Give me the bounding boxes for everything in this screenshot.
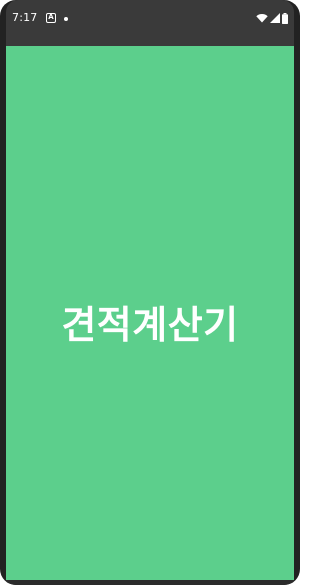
phone-frame: 7:17 A 견적계산기 — [0, 0, 300, 585]
battery-icon — [282, 12, 288, 24]
status-time: 7:17 — [12, 11, 38, 24]
dot-icon — [64, 17, 68, 21]
signal-icon — [270, 13, 280, 23]
splash-screen: 견적계산기 — [6, 46, 294, 580]
bottom-edge — [6, 580, 294, 585]
wifi-icon — [256, 13, 268, 23]
status-icons — [256, 12, 288, 24]
app-title: 견적계산기 — [61, 303, 239, 347]
notification-icon: A — [46, 13, 56, 23]
status-bar: 7:17 A — [6, 0, 294, 46]
